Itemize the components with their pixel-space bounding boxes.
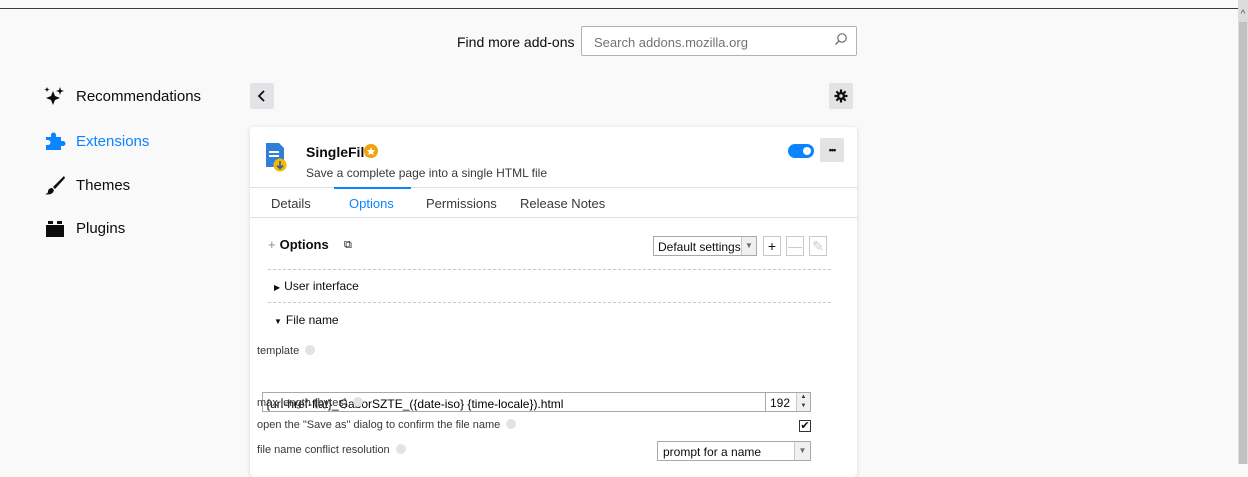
plugin-icon bbox=[44, 217, 66, 239]
tab-options[interactable]: Options bbox=[349, 196, 394, 211]
more-options-button[interactable]: ••• bbox=[820, 138, 844, 162]
divider bbox=[268, 302, 831, 303]
section-file-name[interactable]: ▼ File name bbox=[274, 313, 339, 327]
max-length-label-text: max length (bytes) bbox=[257, 397, 348, 409]
sidebar-item-label: Plugins bbox=[76, 219, 126, 237]
search-icon[interactable] bbox=[834, 32, 848, 46]
conflict-resolution-label: file name conflict resolution bbox=[257, 444, 406, 456]
sidebar-item-recommendations[interactable]: Recommendations bbox=[44, 85, 201, 107]
template-label-text: template bbox=[257, 345, 300, 357]
sidebar-item-extensions[interactable]: Extensions bbox=[44, 130, 149, 152]
remove-profile-button[interactable]: — bbox=[786, 236, 804, 256]
active-tab-indicator bbox=[334, 187, 411, 189]
brush-icon bbox=[44, 174, 66, 196]
settings-button[interactable] bbox=[829, 83, 853, 109]
find-more-addons-label: Find more add-ons bbox=[457, 34, 575, 50]
info-icon[interactable] bbox=[395, 444, 406, 454]
info-icon[interactable] bbox=[506, 419, 517, 429]
sidebar-item-label: Recommendations bbox=[76, 87, 202, 105]
external-link-icon[interactable]: ⧉ bbox=[344, 239, 352, 252]
chevron-down-icon: ▼ bbox=[794, 442, 810, 460]
search-input[interactable] bbox=[592, 34, 826, 51]
addon-tabs: Details Options Permissions Release Note… bbox=[250, 187, 857, 218]
spinner-arrows-icon[interactable]: ▲ ▼ bbox=[796, 393, 810, 411]
options-header: + Options bbox=[268, 237, 329, 252]
triangle-right-icon: ▶ bbox=[274, 283, 281, 292]
rename-profile-button[interactable]: ✎ bbox=[809, 236, 827, 256]
addon-name: SingleFile bbox=[306, 144, 373, 160]
section-label: File name bbox=[285, 313, 339, 327]
max-length-input[interactable]: 192 ▲ ▼ bbox=[765, 392, 811, 412]
info-icon[interactable] bbox=[353, 397, 364, 407]
section-label: User interface bbox=[284, 279, 359, 293]
template-label: template bbox=[257, 345, 316, 357]
scrollbar-thumb[interactable] bbox=[1239, 22, 1247, 464]
page-scrollbar[interactable]: ^ bbox=[1238, 0, 1248, 464]
scroll-up-icon[interactable]: ^ bbox=[1238, 10, 1248, 20]
window-top-border bbox=[0, 8, 1240, 9]
profile-select-value: Default settings bbox=[658, 240, 741, 254]
addon-card: SingleFile Save a complete page into a s… bbox=[250, 127, 857, 477]
section-user-interface[interactable]: ▶ User interface bbox=[274, 279, 359, 293]
conflict-select-value: prompt for a name bbox=[663, 445, 762, 459]
chevron-down-icon: ▼ bbox=[741, 237, 756, 255]
enable-toggle[interactable] bbox=[788, 144, 814, 158]
conflict-label-text: file name conflict resolution bbox=[257, 444, 390, 456]
divider bbox=[268, 269, 831, 270]
search-box[interactable] bbox=[581, 26, 857, 56]
triangle-down-icon: ▼ bbox=[274, 317, 282, 326]
toggle-knob bbox=[803, 147, 811, 155]
addon-description: Save a complete page into a single HTML … bbox=[306, 166, 548, 180]
singlefile-icon bbox=[266, 143, 287, 172]
chevron-left-icon bbox=[257, 90, 265, 102]
tab-release-notes[interactable]: Release Notes bbox=[520, 196, 605, 211]
info-icon[interactable] bbox=[305, 345, 316, 355]
max-length-label: max length (bytes) bbox=[257, 397, 364, 409]
add-profile-button[interactable]: + bbox=[763, 236, 781, 256]
options-plus[interactable]: + bbox=[268, 237, 276, 252]
sparkle-icon bbox=[44, 85, 66, 107]
sidebar-item-themes[interactable]: Themes bbox=[44, 174, 130, 196]
save-as-label: open the "Save as" dialog to confirm the… bbox=[257, 419, 517, 431]
conflict-resolution-select[interactable]: prompt for a name ▼ bbox=[657, 441, 811, 461]
save-as-checkbox[interactable]: ✔ bbox=[799, 420, 811, 432]
tab-details[interactable]: Details bbox=[271, 196, 311, 211]
sidebar-item-label: Themes bbox=[76, 176, 131, 194]
save-as-label-text: open the "Save as" dialog to confirm the… bbox=[257, 419, 501, 431]
back-button[interactable] bbox=[250, 83, 274, 109]
tab-permissions[interactable]: Permissions bbox=[426, 196, 497, 211]
puzzle-icon bbox=[44, 130, 66, 152]
recommended-badge-icon bbox=[364, 144, 378, 158]
max-length-value: 192 bbox=[770, 396, 791, 410]
profile-select[interactable]: Default settings ▼ bbox=[653, 236, 757, 256]
options-title: Options bbox=[279, 237, 329, 252]
gear-icon bbox=[834, 89, 848, 103]
sidebar-item-label: Extensions bbox=[76, 132, 150, 150]
sidebar-item-plugins[interactable]: Plugins bbox=[44, 217, 125, 239]
